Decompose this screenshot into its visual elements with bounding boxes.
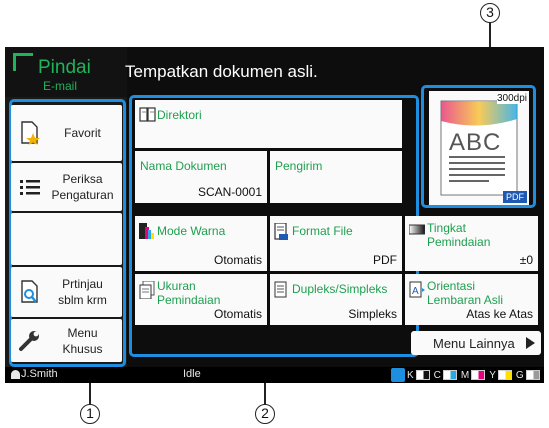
sidebar-empty-slot [11,213,122,265]
ink-label: C [433,369,441,381]
nama-dokumen-button[interactable]: Nama Dokumen SCAN-0001 [135,151,267,203]
ink-levels: KCMYG [407,368,540,382]
pratinjau-line2: sblm krm [58,293,107,307]
nama-dokumen-value: SCAN-0001 [197,185,262,199]
menu-khusus-line1: Menu [67,325,98,340]
orientasi-value: Atas ke Atas [466,307,533,321]
ink-k: K [407,368,430,382]
menu-khusus-label: Menu Khusus [43,325,122,357]
ukuran-value: Otomatis [213,307,262,321]
pengirim-label: Pengirim [275,159,323,173]
refresh-icon[interactable] [391,368,405,382]
status-bar: J.Smith Idle K C M Y G [5,367,544,383]
machine-state: Idle [183,368,201,380]
ukuran-pemindaian-button[interactable]: Ukuran Pemindaian Otomatis [135,274,267,325]
ink-bar [497,370,512,380]
wrench-icon [17,328,43,354]
address-book-icon [139,107,156,123]
preview-thumbnail[interactable]: ABC 300dpi PDF [429,91,529,205]
ink-g: G [516,368,540,382]
periksa-line1: Periksa [62,172,103,186]
preview-magnifier-icon [17,279,43,305]
periksa-pengaturan-button[interactable]: Periksa Pengaturan [11,163,122,211]
pratinjau-line1: Prtinjau [62,277,103,291]
density-icon [408,223,426,239]
mode-warna-value: Otomatis [213,253,262,267]
tingkat-label: Tingkat Pemindaian [427,221,490,249]
resolution-badge: 300dpi [496,93,527,104]
ukuran-line1: Ukuran [157,279,196,293]
duplex-icon [274,281,288,298]
dupleks-label: Dupleks/Simpleks [292,282,388,296]
nama-dokumen-label: Nama Dokumen [140,159,227,173]
pratinjau-label: Prtinjau sblm krm [43,276,122,308]
format-file-value: PDF [373,253,397,267]
menu-khusus-button[interactable]: Menu Khusus [11,319,122,362]
svg-text:A: A [412,286,419,297]
preview-doc-text: ABC [449,129,502,156]
callout-2: 2 [255,404,275,424]
orientasi-button[interactable]: A Orientasi Lembaran Asli Atas ke Atas [405,274,538,325]
ink-y: Y [489,368,512,382]
ink-c: C [434,368,457,382]
mode-warna-label: Mode Warna [157,224,226,238]
scan-screen: Pindai E-mail Tempatkan dokumen asli. Fa… [5,47,544,383]
ink-bar [471,370,486,380]
file-format-icon [274,222,288,240]
play-arrow-icon [526,337,535,349]
callout-1: 1 [80,404,100,424]
ukuran-line2: Pemindaian [157,293,221,307]
favorite-star-icon [17,120,43,146]
app-title: Pindai [38,57,91,78]
ukuran-label: Ukuran Pemindaian [157,279,220,307]
orientation-icon: A [409,281,425,298]
scan-mode-icon [13,53,33,71]
callout-3: 3 [480,3,500,23]
tingkat-line1: Tingkat [427,221,466,235]
app-header[interactable]: Pindai E-mail [5,47,127,97]
ink-m: M [460,368,486,382]
dupleks-simpleks-button[interactable]: Dupleks/Simpleks Simpleks [270,274,402,325]
favorit-button[interactable]: Favorit [11,105,122,161]
format-file-button[interactable]: Format File PDF [270,216,402,271]
app-subtitle: E-mail [43,79,78,93]
ink-bar [525,370,540,380]
favorit-label: Favorit [64,126,101,140]
scan-size-icon [139,280,155,300]
menu-lainnya-button[interactable]: Menu Lainnya [411,331,541,355]
pratinjau-button[interactable]: Prtinjau sblm krm [11,267,122,317]
direktori-button[interactable]: Direktori [135,100,402,148]
mode-warna-button[interactable]: Mode Warna Otomatis [135,216,267,271]
ink-bar [415,370,430,380]
orientasi-line1: Orientasi [427,279,476,293]
menu-lainnya-label: Menu Lainnya [433,335,515,351]
periksa-line2: Pengaturan [51,188,114,202]
list-icon [17,174,43,200]
instruction-message: Tempatkan dokumen asli. [125,62,318,81]
menu-khusus-line2: Khusus [62,341,103,356]
tingkat-line2: Pemindaian [427,235,491,249]
format-file-label: Format File [292,224,353,238]
pdf-badge: PDF [503,191,527,203]
orientasi-label: Orientasi Lembaran Asli [427,279,503,307]
direktori-label: Direktori [157,108,202,122]
dupleks-value: Simpleks [348,307,397,321]
ink-label: K [407,369,414,381]
tingkat-value: ±0 [519,253,533,267]
color-mode-icon [139,223,154,239]
periksa-label: Periksa Pengaturan [43,171,122,203]
ink-label: G [515,369,524,381]
pengirim-button[interactable]: Pengirim [270,151,402,203]
ink-label: Y [489,369,496,381]
tingkat-pemindaian-button[interactable]: Tingkat Pemindaian ±0 [405,216,538,271]
user-icon [11,370,20,379]
orientasi-line2: Lembaran Asli [427,293,504,307]
ink-bar [442,370,457,380]
user-name: J.Smith [21,368,58,380]
ink-label: M [460,369,470,381]
